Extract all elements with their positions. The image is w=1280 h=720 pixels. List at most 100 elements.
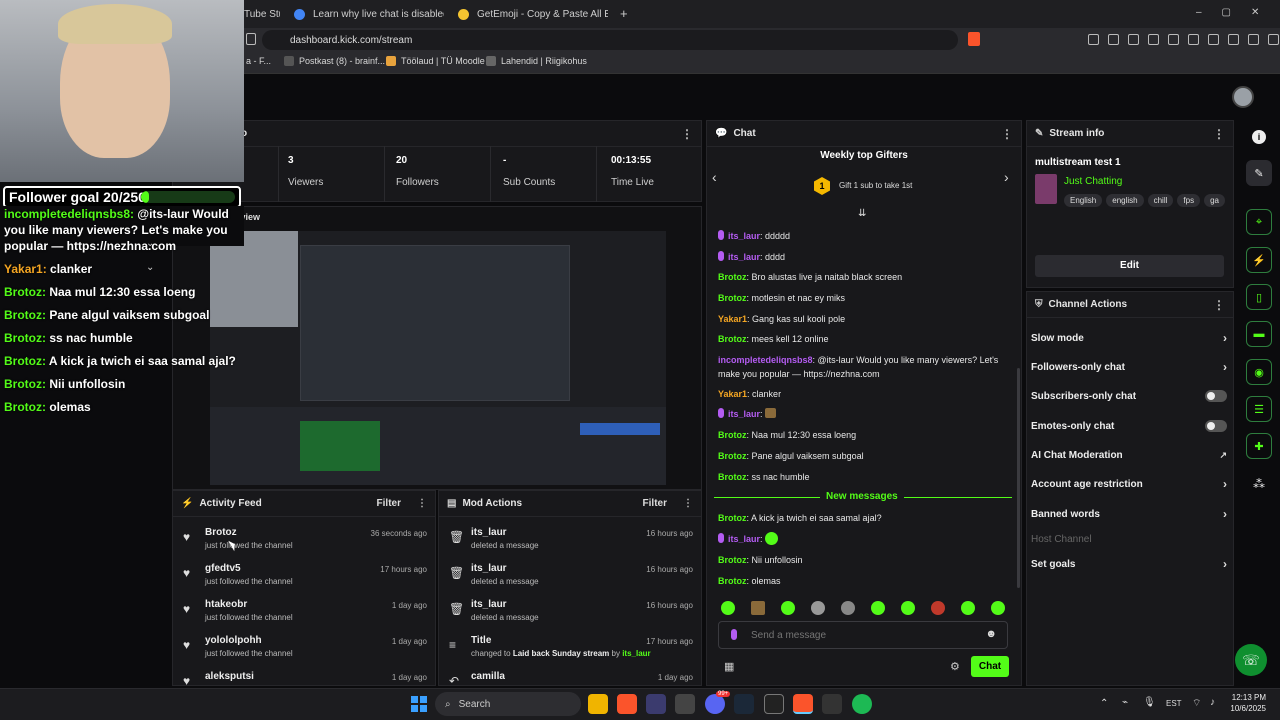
chat-user[interactable]: Brotoz (718, 451, 747, 461)
more-icon[interactable]: ⋮ (681, 128, 693, 140)
server-icon[interactable]: ☰ (1246, 396, 1272, 422)
chat-message[interactable]: Brotoz: Bro alustas live ja naitab black… (718, 270, 1018, 284)
chat-message[interactable]: Brotoz: Naa mul 12:30 essa loeng (718, 428, 1018, 442)
more-icon[interactable]: ⋮ (683, 498, 693, 509)
chat-message[interactable]: Brotoz: Pane algul vaiksem subgoal (718, 449, 1018, 463)
chat-user[interactable]: Yakar1 (718, 389, 747, 399)
chat-user[interactable]: its_laur (728, 534, 760, 544)
stream-preview-video[interactable] (210, 231, 666, 485)
chat-input[interactable] (751, 627, 971, 643)
slow-mode-row[interactable]: Slow mode › (1031, 328, 1227, 348)
chevron-left-icon[interactable]: ‹ (712, 169, 717, 185)
chat-message[interactable]: its_laur: dddd (718, 250, 1018, 264)
chat-message[interactable]: its_laur: (718, 532, 1018, 546)
gear-icon[interactable]: ⚙ (950, 660, 960, 673)
chat-message[interactable]: Brotoz: ss nac humble (718, 470, 1018, 484)
url-field[interactable]: dashboard.kick.com/stream (262, 30, 958, 50)
more-icon[interactable]: ⋮ (1213, 299, 1225, 311)
subscribers-only-row[interactable]: Subscribers-only chat (1031, 386, 1227, 406)
document-icon[interactable]: ▯ (1246, 284, 1272, 310)
chevron-right-icon[interactable]: › (1004, 169, 1009, 185)
brave-icon[interactable] (617, 694, 637, 714)
pin-icon[interactable]: ⇊ (858, 208, 866, 219)
brave-active-icon[interactable] (793, 694, 813, 714)
edit-button[interactable]: Edit (1035, 255, 1224, 277)
emote-icon[interactable] (721, 601, 735, 615)
tag[interactable]: fps (1177, 194, 1201, 207)
chat-user[interactable]: its_laur (728, 409, 760, 419)
menu-icon[interactable] (1268, 34, 1279, 45)
chat-message[interactable]: Brotoz: Nii unfollosin (718, 553, 1018, 567)
emotes-only-row[interactable]: Emotes-only chat (1031, 416, 1227, 436)
avatar[interactable] (1232, 86, 1254, 108)
activity-filter-button[interactable]: Filter (377, 498, 401, 509)
more-icon[interactable]: ⋮ (1213, 128, 1225, 140)
chat-message[interactable]: its_laur: ddddd (718, 229, 1018, 243)
chat-user[interactable]: its_laur (728, 231, 760, 241)
store-icon[interactable]: ▦ (724, 660, 734, 673)
browser-tab-2[interactable]: Learn why live chat is disabled for yo (294, 4, 444, 24)
chat-icon[interactable]: ▬ (1246, 321, 1272, 347)
brave-shield-icon[interactable] (968, 32, 980, 46)
broadcast-icon[interactable]: ◉ (1246, 359, 1272, 385)
banned-words-row[interactable]: Banned words › (1031, 504, 1227, 524)
list-item[interactable]: 🗑 its_laur deleted a message 16 hours ago (439, 559, 701, 595)
chat-message[interactable]: Brotoz: mees kell 12 online (718, 332, 1018, 346)
emotes-only-toggle[interactable] (1205, 420, 1227, 432)
browser-tab-3[interactable]: GetEmoji - Copy & Paste All Emojis I (458, 4, 608, 24)
window-controls[interactable]: –▢✕ (1196, 7, 1279, 18)
epic-icon[interactable] (764, 694, 784, 714)
chat-message[interactable]: Brotoz: motlesin et nac ey miks (718, 291, 1018, 305)
account-age-row[interactable]: Account age restriction › (1031, 474, 1227, 494)
music-icon[interactable] (1188, 34, 1199, 45)
obs-icon[interactable] (675, 694, 695, 714)
emote-icon[interactable] (961, 601, 975, 615)
chat-user[interactable]: Brotoz (718, 272, 747, 282)
chat-user[interactable]: incompletedeliqnsbs8 (718, 355, 813, 365)
emote-icon[interactable] (901, 601, 915, 615)
chat-user[interactable]: Yakar1 (718, 314, 747, 324)
wallet-icon[interactable] (1208, 34, 1219, 45)
followers-only-row[interactable]: Followers-only chat › (1031, 357, 1227, 377)
chat-user[interactable]: Brotoz (718, 576, 747, 586)
bookmark-item[interactable]: Lahendid | Riigikohus (486, 56, 587, 66)
tag[interactable]: ga (1204, 194, 1225, 207)
chat-user[interactable]: Brotoz (718, 513, 747, 523)
tray-app-icon[interactable]: ⌁ (1122, 697, 1128, 708)
list-item[interactable]: ♥ aleksputsi 1 day ago (173, 667, 435, 687)
emote-icon[interactable] (811, 601, 825, 615)
tag[interactable]: chill (1147, 194, 1174, 207)
chat-user[interactable]: Brotoz (718, 430, 747, 440)
sidebar-icon[interactable] (1228, 34, 1239, 45)
chat-user[interactable]: Brotoz (718, 293, 747, 303)
more-icon[interactable]: ⋮ (417, 498, 427, 509)
discord-icon[interactable] (705, 694, 725, 714)
chat-message[interactable]: Brotoz: olemas (718, 574, 1018, 588)
browser-tab-1[interactable]: Tube Stu (244, 4, 280, 24)
chat-input-box[interactable]: ☻ (718, 621, 1008, 649)
taskbar-search[interactable]: ⌕ Search (435, 692, 581, 716)
emote-icon[interactable] (871, 601, 885, 615)
apps-icon[interactable]: ⁂ (1253, 477, 1265, 491)
tag[interactable]: english (1106, 194, 1144, 207)
ai-moderation-row[interactable]: AI Chat Moderation ↗ (1031, 445, 1227, 465)
tray-chevron-icon[interactable]: ⌃ (1100, 698, 1108, 709)
category-thumbnail[interactable] (1035, 174, 1057, 204)
bookmark-item[interactable]: Töölaud | TÜ Moodle (386, 56, 485, 66)
chat-user[interactable]: Brotoz (718, 555, 747, 565)
wrench-icon[interactable]: ✚ (1246, 433, 1272, 459)
emote-icon[interactable] (841, 601, 855, 615)
emote-icon[interactable] (931, 601, 945, 615)
list-item[interactable]: 🗑 its_laur deleted a message 16 hours ago (439, 595, 701, 631)
microphone-icon[interactable]: 🎙 (1143, 697, 1156, 708)
bookmark-item[interactable]: Postkast (8) - brainf... (284, 56, 385, 66)
extension-icon[interactable] (1088, 34, 1099, 45)
list-item[interactable]: ♥ gfedtv5 just followed the channel 17 hour… (173, 559, 435, 595)
emoji-picker-icon[interactable]: ☻ (985, 628, 997, 640)
chat-message[interactable]: Brotoz: A kick ja twich ei saa samal aja… (718, 511, 1018, 525)
send-chat-button[interactable]: Chat (971, 656, 1009, 677)
download-icon[interactable] (1148, 34, 1159, 45)
list-item[interactable]: ≡ Title changed to Laid back Sunday stream… (439, 631, 701, 667)
extension-icon[interactable] (1108, 34, 1119, 45)
shield-icon[interactable] (1248, 34, 1259, 45)
